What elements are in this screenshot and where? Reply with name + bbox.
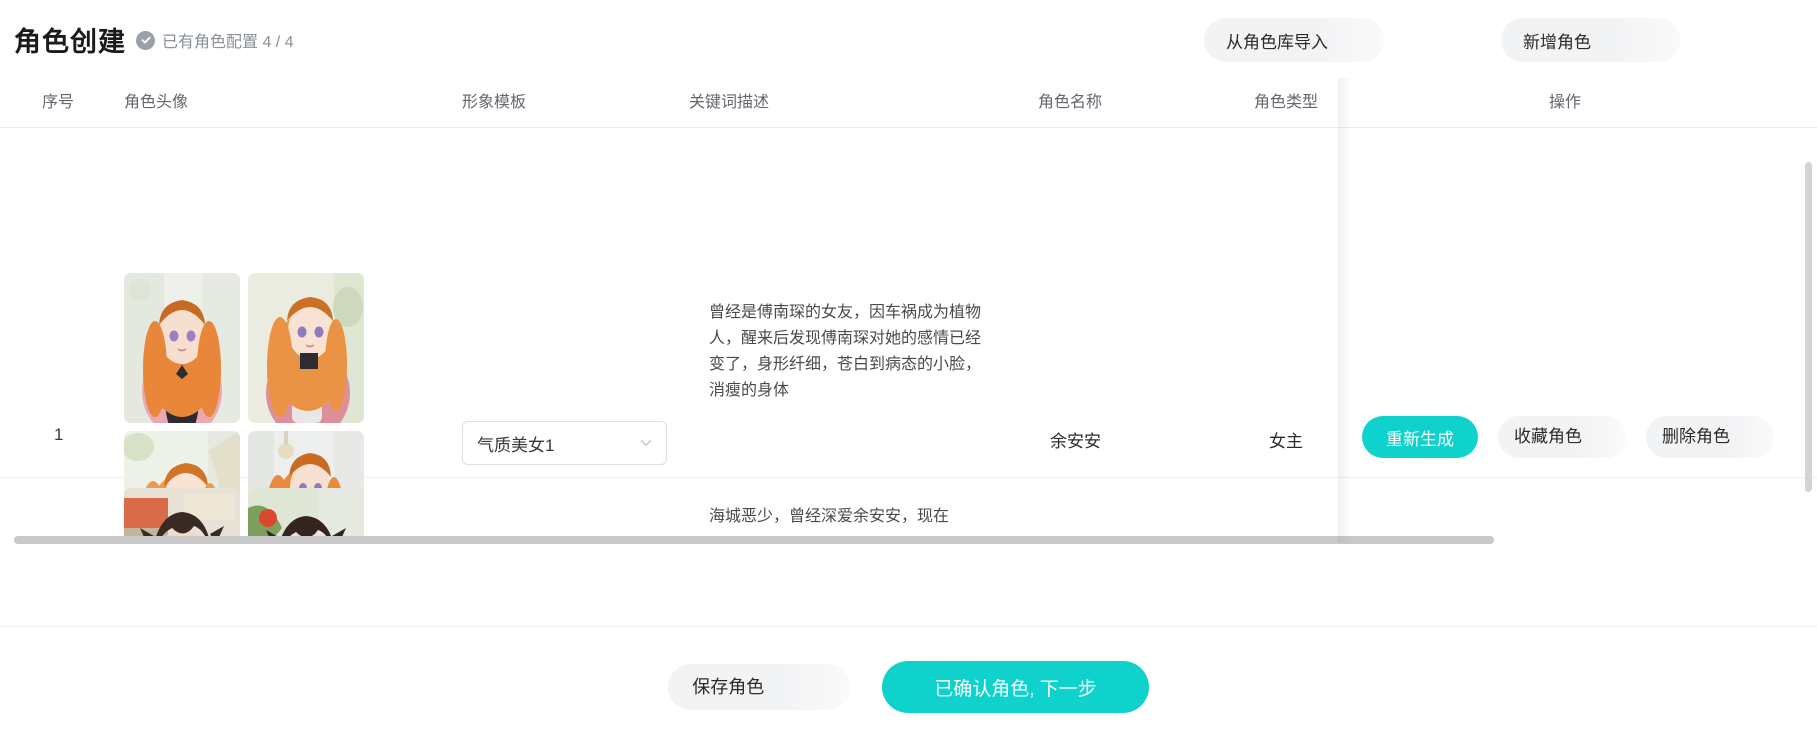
character-name: 余安安 [1050, 432, 1101, 451]
column-header-name: 角色名称 [1038, 94, 1103, 111]
vertical-scrollbar-thumb[interactable] [1805, 162, 1812, 492]
table-header-row: 序号 角色头像 形象模板 关键词描述 角色名称 角色类型 操作 [0, 78, 1817, 128]
add-character-button[interactable]: 新增角色 [1501, 18, 1681, 62]
favorite-character-button[interactable]: 收藏角色 [1498, 416, 1626, 458]
config-status: 已有角色配置 4 / 4 [136, 28, 294, 52]
horizontal-scrollbar-track[interactable] [14, 536, 1494, 544]
character-avatar[interactable] [124, 273, 240, 423]
check-circle-icon [136, 30, 155, 50]
character-avatar[interactable] [248, 273, 364, 423]
config-status-text: 已有角色配置 4 / 4 [162, 34, 294, 51]
keyword-description: 海城恶少，曾经深爱余安安，现在 [709, 508, 950, 525]
character-avatar[interactable] [124, 488, 240, 543]
column-header-template: 形象模板 [462, 94, 527, 111]
page-title: 角色创建 [14, 27, 126, 57]
save-character-button[interactable]: 保存角色 [668, 664, 851, 710]
page-footer: 保存角色 已确认角色, 下一步 [0, 626, 1817, 753]
table-row: 1 气质美女1 曾经是傅南琛的女友，因车祸成为植物人，醒来后发现傅南琛对她的感情… [0, 128, 1817, 543]
character-table: 序号 角色头像 形象模板 关键词描述 角色名称 角色类型 操作 1 气质美女1 … [0, 78, 1817, 543]
row-index: 1 [54, 425, 64, 444]
character-avatar[interactable] [248, 488, 364, 543]
page-header: 角色创建 已有角色配置 4 / 4 从角色库导入 新增角色 [0, 0, 1817, 78]
import-from-library-button[interactable]: 从角色库导入 [1204, 18, 1384, 62]
horizontal-scrollbar-thumb[interactable] [14, 536, 1494, 544]
chevron-down-icon [638, 435, 654, 451]
table-row: 海城恶少，曾经深爱余安安，现在 [0, 478, 1817, 543]
delete-character-button[interactable]: 删除角色 [1646, 416, 1774, 458]
column-header-type: 角色类型 [1254, 94, 1319, 111]
footer-actions: 保存角色 已确认角色, 下一步 [0, 661, 1817, 713]
character-type: 女主 [1269, 432, 1303, 451]
confirm-next-button[interactable]: 已确认角色, 下一步 [882, 661, 1149, 713]
column-header-keyword: 关键词描述 [689, 94, 770, 111]
column-header-avatar: 角色头像 [124, 94, 189, 111]
column-header-index: 序号 [42, 94, 75, 111]
vertical-scrollbar-track[interactable] [1805, 162, 1812, 543]
row-actions: 重新生成 收藏角色 删除角色 [1362, 416, 1774, 458]
character-creation-page: 角色创建 已有角色配置 4 / 4 从角色库导入 新增角色 序号 角色头像 形象… [0, 0, 1817, 753]
template-select-value: 气质美女1 [477, 435, 555, 455]
column-header-action: 操作 [1549, 94, 1582, 111]
table-body: 1 气质美女1 曾经是傅南琛的女友，因车祸成为植物人，醒来后发现傅南琛对她的感情… [0, 128, 1817, 543]
avatar-grid [124, 488, 364, 543]
keyword-description: 曾经是傅南琛的女友，因车祸成为植物人，醒来后发现傅南琛对她的感情已经变了，身形纤… [709, 304, 982, 399]
regenerate-button[interactable]: 重新生成 [1362, 416, 1478, 458]
template-select[interactable]: 气质美女1 [462, 421, 667, 465]
